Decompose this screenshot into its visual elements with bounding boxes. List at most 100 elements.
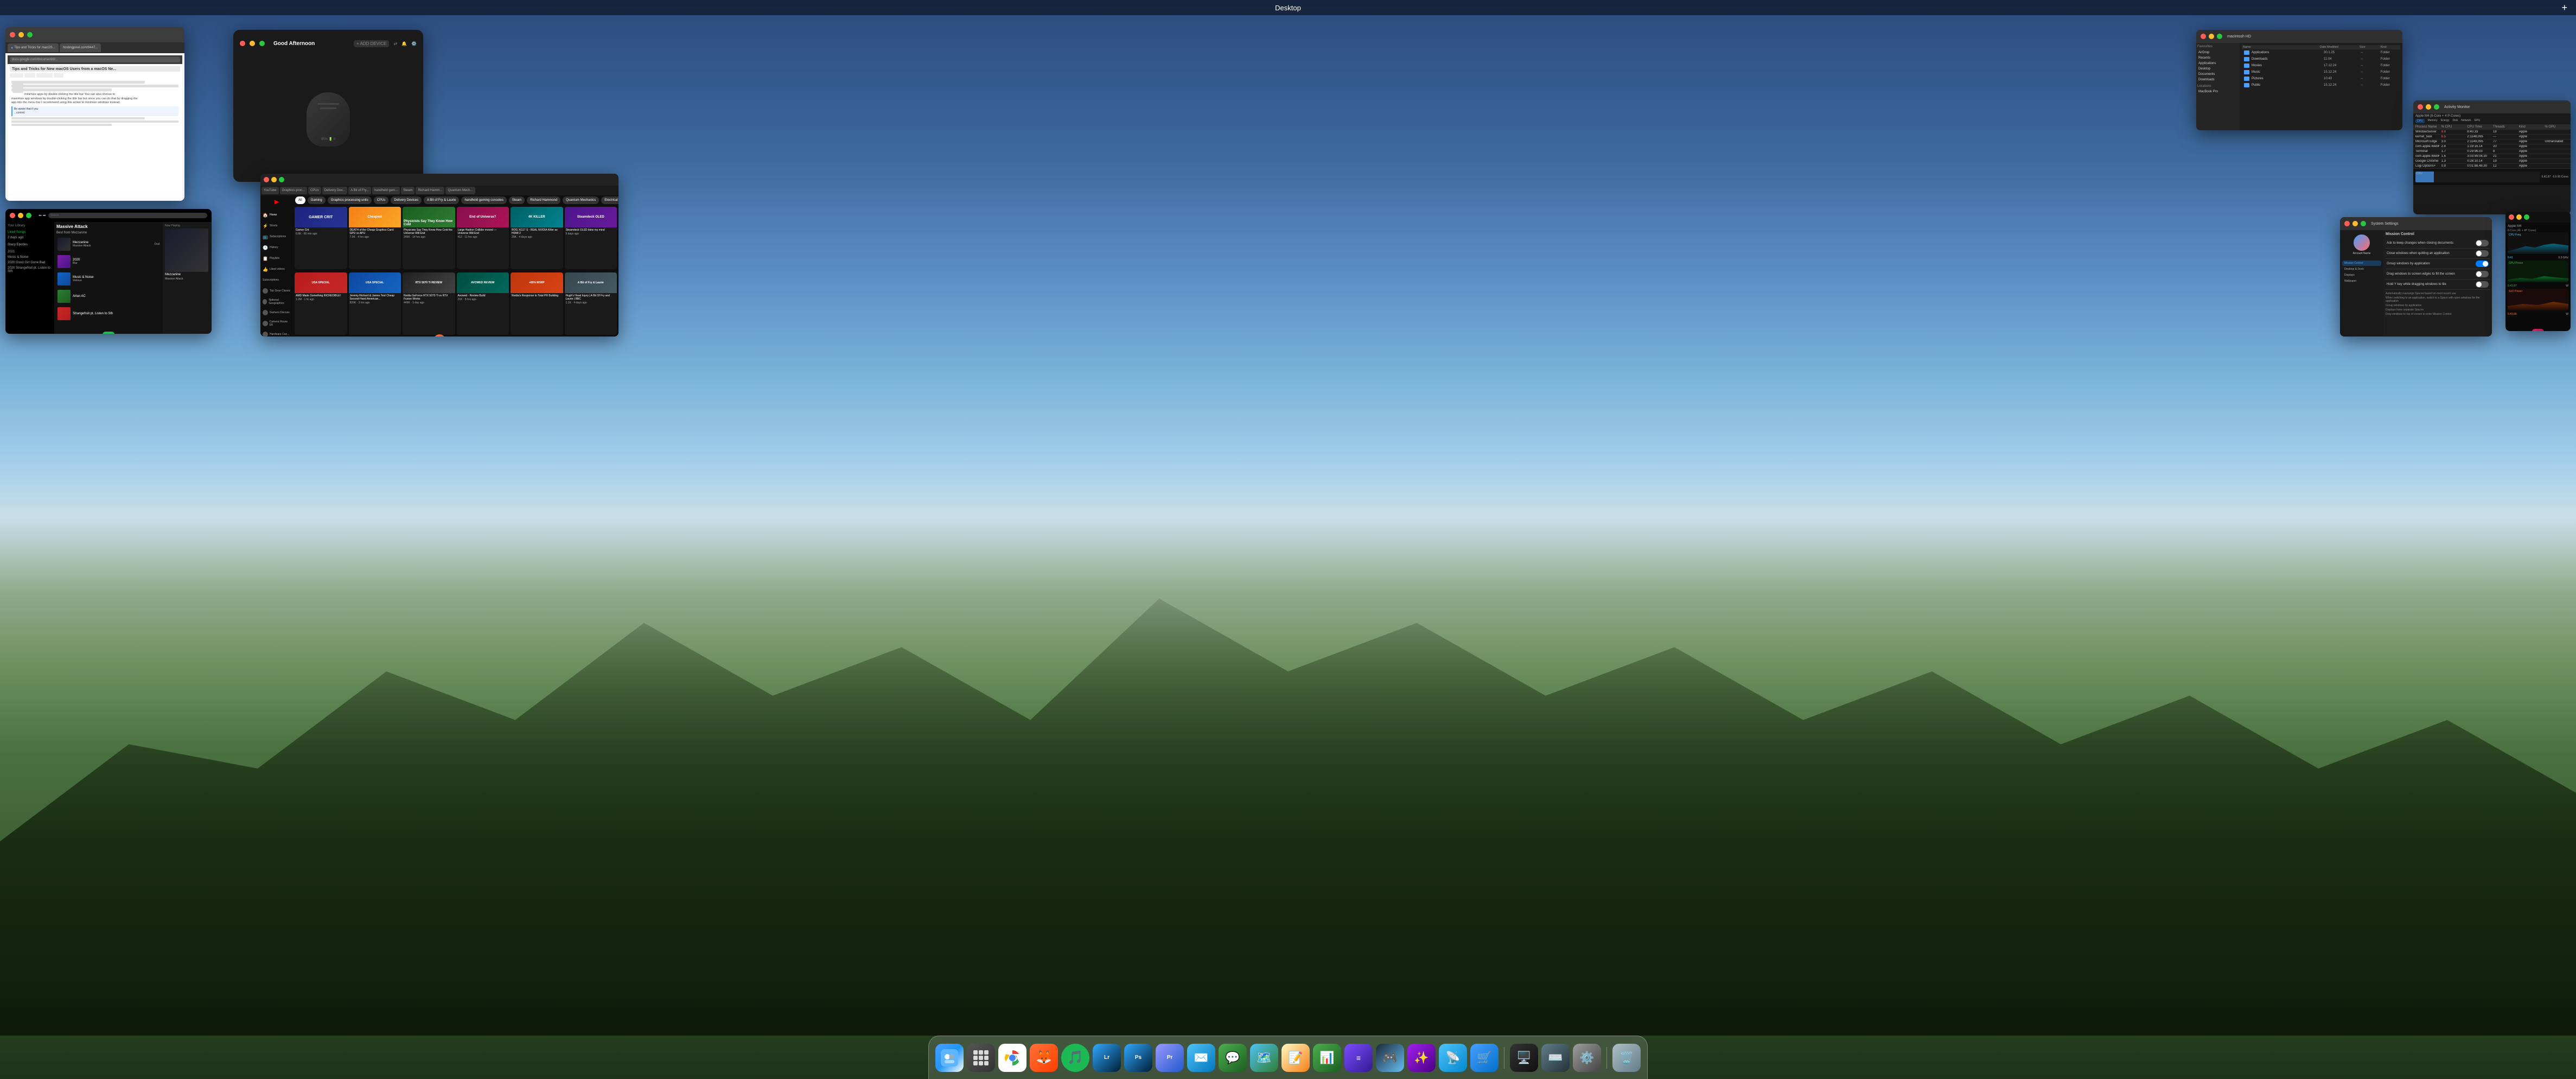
yt-video-11[interactable]: +65% MSRP Nvidia's Response to Total PR … <box>511 272 563 335</box>
yt-video-10[interactable]: AVOWED REVIEW Avowed - Review Build 21K … <box>457 272 509 335</box>
minimize-button[interactable] <box>18 32 24 37</box>
cat-handheld[interactable]: handheld gaming consoles <box>461 196 506 204</box>
yt-video-8[interactable]: USA SPECIAL Jeremy Richard & James Test … <box>349 272 401 335</box>
dock-icon-maps[interactable]: 🗺️ <box>1250 1044 1278 1072</box>
cat-hammond[interactable]: Richard Hammond <box>527 196 560 204</box>
dock-icon-screen[interactable]: 🖥️ <box>1510 1044 1538 1072</box>
cat-steam[interactable]: Steam <box>509 196 525 204</box>
firefox-close[interactable] <box>264 177 269 182</box>
dock-icon-airdrop[interactable]: 📡 <box>1439 1044 1467 1072</box>
mx-power-window[interactable]: Apple M4 8-Core (4E + 4P Cores) CPU Freq… <box>2505 212 2571 331</box>
firefox-tab-steam[interactable]: Steam <box>401 187 415 194</box>
spotify-maximize[interactable] <box>26 213 31 218</box>
dock-icon-system-prefs[interactable]: ⚙️ <box>1573 1044 1601 1072</box>
dock-icon-messages[interactable]: 💬 <box>1219 1044 1247 1072</box>
spotify-track-1[interactable]: Mezzanine Massive Attack Oral <box>56 237 161 252</box>
toggle-group[interactable] <box>2476 261 2489 267</box>
dock-icon-keyboard[interactable]: ⌨️ <box>1541 1044 1570 1072</box>
yt-video-12[interactable]: A Bit of Fry & Laurie Hugh's Head Injury… <box>565 272 617 335</box>
yt-sub-5[interactable]: Hardware Can... <box>262 329 292 337</box>
activity-row-5[interactable]: Terminal 1.7 0:29:96.03 8 Apple <box>2413 149 2571 154</box>
dock-icon-photoshop[interactable]: Ps <box>1124 1044 1152 1072</box>
chrome-window[interactable]: ● Tips and Tricks for macOS... hostingpi… <box>5 27 184 201</box>
cat-gaming[interactable]: Gaming <box>308 196 326 204</box>
firefox-tab-youtube[interactable]: YouTube <box>262 187 279 194</box>
cat-quantum[interactable]: Quantum Mechanics <box>563 196 599 204</box>
yt-nav-subscriptions[interactable]: 📺 Subscriptions <box>262 231 292 242</box>
yt-nav-shorts[interactable]: ⚡ Shorts <box>262 220 292 231</box>
maximize-button[interactable] <box>27 32 33 37</box>
toggle-ask[interactable] <box>2476 240 2489 246</box>
settings-minimize[interactable] <box>2352 221 2358 226</box>
dock-icon-notchmeister[interactable]: ✨ <box>1407 1044 1436 1072</box>
chrome-tab-1[interactable]: ● Tips and Tricks for macOS... <box>8 43 59 52</box>
yt-sub-1[interactable]: Top Gear Classic <box>262 285 292 296</box>
activity-close[interactable] <box>2418 104 2423 110</box>
spotify-close[interactable] <box>10 213 15 218</box>
chrome-tab-2[interactable]: hostingpixel.com/9447... <box>60 43 101 52</box>
spotify-track-4[interactable]: Arlan AC <box>56 289 161 304</box>
firefox-maximize[interactable] <box>279 177 284 182</box>
spotify-track-3[interactable]: Music & Noise Various <box>56 271 161 287</box>
cat-electrical[interactable]: Electrical Engineering <box>601 196 619 204</box>
yt-video-2[interactable]: Cheapest DEATH of the Cheap Graphics Car… <box>349 207 401 269</box>
toggle-drag[interactable] <box>2476 271 2489 277</box>
dock-icon-firefox[interactable]: 🦊 <box>1030 1044 1058 1072</box>
firefox-tab-hammond[interactable]: Richard Hamm... <box>416 187 444 194</box>
finder-close[interactable] <box>2201 34 2206 39</box>
yt-video-7[interactable]: USA SPECIAL AMD Made Something INCREDIBL… <box>295 272 347 335</box>
firefox-tab-gpu[interactable]: Graphics proc... <box>280 187 307 194</box>
yt-nav-history[interactable]: 🕐 History <box>262 242 292 253</box>
cat-all[interactable]: All <box>295 196 305 204</box>
firefox-tab-fry[interactable]: A Bit of Fry... <box>348 187 371 194</box>
activity-row-6[interactable]: com.apple.WebKit 1.6 3:03:99:08.30 21 Ap… <box>2413 154 2571 159</box>
logi-close[interactable] <box>240 41 245 46</box>
dock-icon-notes[interactable]: 📝 <box>1281 1044 1310 1072</box>
yt-sub-4[interactable]: Camera House D9 <box>262 318 292 329</box>
dock-icon-finder[interactable] <box>935 1044 964 1072</box>
activity-minimize[interactable] <box>2426 104 2431 110</box>
dock-icon-numbers[interactable]: 📊 <box>1313 1044 1341 1072</box>
finder-row-music[interactable]: Music 15.12.24 -- Folder <box>2242 69 2400 75</box>
logi-maximize[interactable] <box>259 41 265 46</box>
finder-row-public[interactable]: Public 15.12.24 -- Folder <box>2242 82 2400 88</box>
system-settings-window[interactable]: System Settings Account Name Mission Con… <box>2340 217 2492 337</box>
finder-row-downloads[interactable]: Downloads 11:04 -- Folder <box>2242 56 2400 62</box>
toggle-close[interactable] <box>2476 250 2489 257</box>
dock-icon-launchpad[interactable] <box>967 1044 995 1072</box>
yt-nav-subs-section[interactable]: Subscriptions <box>262 275 292 285</box>
spotify-track-2[interactable]: 2020 Blur <box>56 254 161 269</box>
yt-sub-2[interactable]: National Geographics <box>262 296 292 307</box>
firefox-minimize[interactable] <box>271 177 277 182</box>
cat-cpus[interactable]: CPUs <box>374 196 389 204</box>
dock-icon-app-store[interactable]: 🛒 <box>1470 1044 1499 1072</box>
firefox-tab-delivery[interactable]: Delivery Dev... <box>322 187 348 194</box>
dock-icon-window-mgr[interactable]: ≡ <box>1344 1044 1373 1072</box>
close-button[interactable] <box>10 32 15 37</box>
toggle-hold[interactable] <box>2476 281 2489 288</box>
finder-row-applications[interactable]: Applications 30.1.25 -- Folder <box>2242 49 2400 56</box>
dock-icon-chrome[interactable] <box>998 1044 1026 1072</box>
activity-row-8[interactable]: Logi Options+ 0.9 0:01:88.48.30 12 Apple <box>2413 164 2571 169</box>
activity-maximize[interactable] <box>2434 104 2439 110</box>
firefox-window[interactable]: YouTube Graphics proc... CPUs Delivery D… <box>260 174 619 337</box>
dock-icon-steam[interactable]: 🎮 <box>1376 1044 1404 1072</box>
add-desktop-button[interactable]: + <box>2561 2 2567 14</box>
finder-maximize[interactable] <box>2217 34 2222 39</box>
dock-icon-premiere[interactable]: Pr <box>1156 1044 1184 1072</box>
firefox-tab-cpus[interactable]: CPUs <box>308 187 321 194</box>
logi-minimize[interactable] <box>250 41 255 46</box>
activity-monitor-window[interactable]: Activity Monitor Apple M4 (8-Core + 4 P-… <box>2413 100 2571 214</box>
finder-window[interactable]: macintosh HD Favourites AirDrop Recents … <box>2196 30 2402 130</box>
spotify-window[interactable]: ⬅ ➡ Search Your Library Liked Songs 2 da… <box>5 209 212 334</box>
yt-video-5[interactable]: 4K KILLER ROG XG17 S - REAL NVIDIA Kille… <box>511 207 563 269</box>
settings-maximize[interactable] <box>2361 221 2366 226</box>
yt-nav-liked[interactable]: 👍 Liked videos <box>262 264 292 275</box>
dock-icon-mail[interactable]: ✉️ <box>1187 1044 1215 1072</box>
yt-video-1[interactable]: GAMER CRIT Gamer Crit 6.8K · 60 min ago <box>295 207 347 269</box>
firefox-tab-quantum[interactable]: Quantum Mech... <box>445 187 475 194</box>
activity-row-3[interactable]: Microsoft Edge 3.0 2:1149,095 77 Apple U… <box>2413 139 2571 144</box>
finder-row-pictures[interactable]: Pictures 10:40 -- Folder <box>2242 75 2400 82</box>
mx-close[interactable] <box>2509 214 2514 220</box>
spotify-minimize[interactable] <box>18 213 23 218</box>
